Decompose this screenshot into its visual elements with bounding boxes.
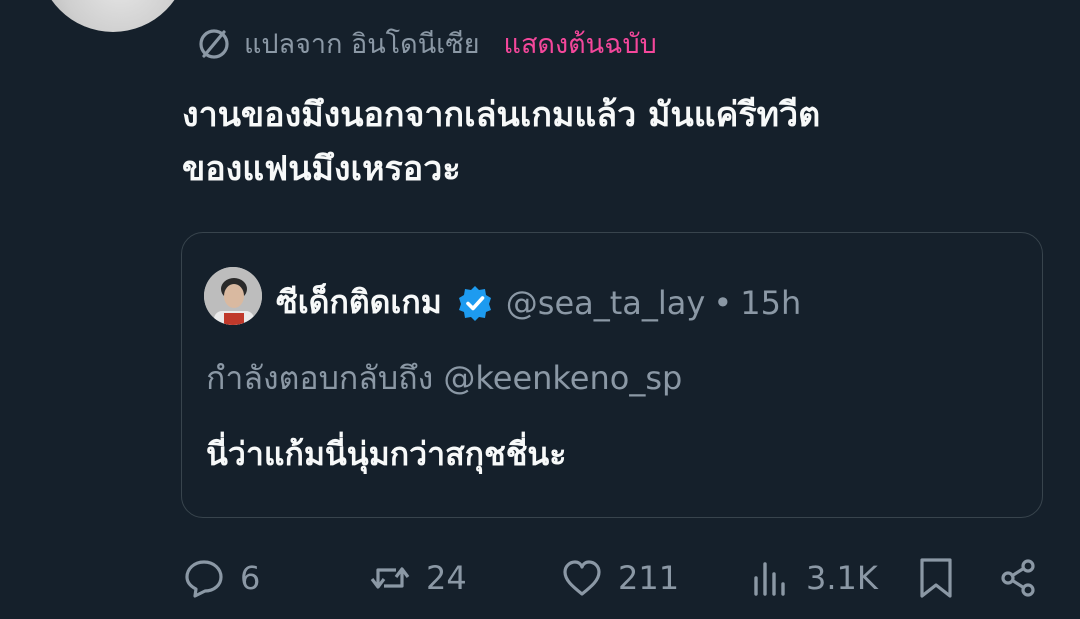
- views-count: 3.1K: [806, 559, 878, 597]
- tweet-text: งานของมึงนอกจากเล่นเกมแล้ว มันแค่รีทวีต …: [182, 95, 821, 189]
- action-bar: 6 24 211 3.1K: [0, 555, 1080, 601]
- quoted-tweet-card[interactable]: ซีเด็กติดเกม @sea_ta_lay • 15h กำลังตอบก…: [181, 232, 1043, 518]
- reply-icon: [185, 560, 223, 598]
- verified-icon: [458, 285, 491, 321]
- show-original-link[interactable]: แสดงต้นฉบับ: [504, 22, 657, 65]
- share-icon: [1001, 559, 1035, 597]
- like-icon: [563, 560, 601, 596]
- avatar-photo: [204, 267, 262, 325]
- share-button[interactable]: [996, 555, 1040, 601]
- reply-count: 6: [240, 559, 261, 597]
- quoted-tweet-text: นี่ว่าแก้มนี่นุ่มกว่าสกุชชี่นะ: [206, 435, 567, 473]
- like-count: 211: [618, 559, 680, 597]
- views-button[interactable]: 3.1K: [748, 555, 878, 601]
- quoted-handle[interactable]: @sea_ta_lay: [506, 284, 706, 322]
- like-button[interactable]: 211: [560, 555, 679, 601]
- bookmark-button[interactable]: [914, 555, 958, 601]
- retweet-button[interactable]: 24: [368, 555, 467, 601]
- globe-icon: [199, 28, 229, 59]
- retweet-icon: [370, 567, 410, 589]
- bookmark-icon: [920, 558, 952, 598]
- retweet-count: 24: [426, 559, 467, 597]
- translated-from-label: แปลจาก อินโดนีเซีย: [244, 29, 480, 60]
- separator-dot: •: [713, 283, 733, 322]
- quoted-author-avatar[interactable]: [204, 267, 262, 325]
- views-icon: [754, 562, 785, 596]
- reply-context: กำลังตอบกลับถึง @keenkeno_sp: [206, 359, 683, 397]
- quoted-display-name[interactable]: ซีเด็กติดเกม: [276, 277, 442, 328]
- quoted-timestamp[interactable]: 15h: [740, 284, 801, 322]
- translation-row: แปลจาก อินโดนีเซีย แสดงต้นฉบับ: [196, 22, 657, 65]
- quoted-tweet-header: ซีเด็กติดเกม @sea_ta_lay • 15h: [276, 277, 801, 328]
- reply-button[interactable]: 6: [182, 555, 260, 601]
- author-avatar[interactable]: [38, 0, 188, 32]
